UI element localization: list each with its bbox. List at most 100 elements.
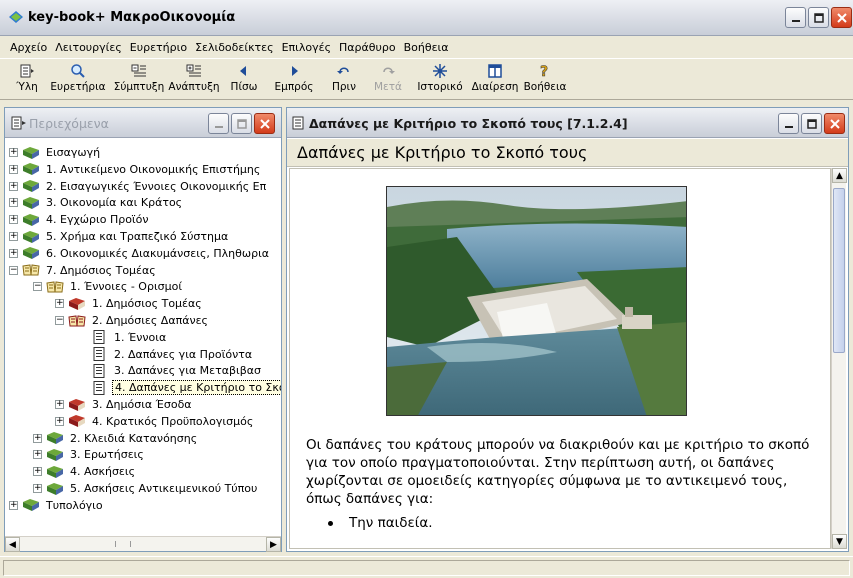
toolbar-forward-button[interactable]: Εμπρός	[266, 59, 322, 99]
red-book-icon	[68, 297, 86, 311]
tree-item[interactable]: +3. Ερωτήσεις	[33, 446, 146, 463]
scroll-left-button[interactable]: ◀	[5, 537, 20, 552]
expand-toggle-icon[interactable]: +	[55, 400, 64, 409]
expand-toggle-icon[interactable]: +	[33, 450, 42, 460]
document-pane-titlebar: Δαπάνες με Κριτήριο το Σκοπό τους [7.1.2…	[287, 108, 848, 138]
page-icon	[90, 330, 108, 345]
toolbar-redo-button[interactable]: Μετά	[366, 59, 410, 99]
menu-index[interactable]: Ευρετήριο	[126, 41, 191, 54]
tree-item[interactable]: +4. Κρατικός Προϋπολογισμός	[55, 413, 255, 430]
scroll-thumb[interactable]	[833, 188, 845, 353]
expand-toggle-icon[interactable]: +	[9, 248, 18, 258]
pane-minimize-button[interactable]	[208, 113, 229, 134]
toolbar-split-button[interactable]: Διαίρεση	[470, 59, 520, 99]
maximize-button[interactable]	[808, 7, 829, 28]
tree-item-label: 1. Δημόσιος Τομέας	[92, 297, 202, 311]
collapse-toggle-icon[interactable]: −	[55, 316, 64, 325]
green-book-icon	[46, 448, 64, 462]
tree-item[interactable]: − 7. Δημόσιος Τομέας	[9, 262, 158, 279]
toolbar-help-button[interactable]: ? Βοήθεια	[520, 59, 570, 99]
green-book-icon	[22, 498, 40, 512]
vertical-scrollbar[interactable]: ▲ ▼	[831, 168, 847, 549]
minimize-button[interactable]	[785, 7, 806, 28]
minimize-icon	[791, 19, 800, 22]
menu-help[interactable]: Βοήθεια	[400, 41, 453, 54]
expand-toggle-icon[interactable]: +	[55, 416, 64, 426]
close-button[interactable]	[831, 7, 852, 28]
tree-item[interactable]: − 1. Έννοιες - Ορισμοί	[33, 278, 184, 295]
red-book-icon	[68, 398, 86, 412]
tree-item-label: 4. Κρατικός Προϋπολογισμός	[92, 414, 254, 428]
tree-item[interactable]: +6. Οικονομικές Διακυμάνσεις, Πληθωρια	[9, 245, 271, 262]
scroll-right-button[interactable]: ▶	[266, 537, 281, 552]
document-heading: Δαπάνες με Κριτήριο το Σκοπό τους	[287, 139, 848, 167]
toolbar-index-button[interactable]: Ευρετήρια	[44, 59, 112, 99]
doc-close-button[interactable]	[824, 113, 845, 134]
tree-item[interactable]: +1. Δημόσιος Τομέας	[55, 295, 204, 312]
tree-item[interactable]: +2. Κλειδιά Κατανόησης	[33, 430, 199, 447]
list-item-text: Την παιδεία.	[349, 515, 433, 531]
tree-item[interactable]: − 2. Δημόσιες Δαπάνες	[55, 312, 210, 329]
tree-item[interactable]: +3. Οικονομία και Κράτος	[9, 194, 184, 211]
tree-item[interactable]: 3. Δαπάνες για Μεταβιβασ	[77, 362, 263, 379]
open-book-icon	[46, 280, 64, 294]
red-book-icon	[68, 414, 86, 428]
collapse-toggle-icon[interactable]: −	[9, 265, 18, 275]
tree-item-label: 3. Ερωτήσεις	[70, 448, 144, 462]
dam-photo	[386, 186, 687, 416]
collapse-toggle-icon[interactable]: −	[33, 282, 42, 292]
expand-toggle-icon[interactable]: +	[9, 198, 18, 208]
expand-toggle-icon[interactable]: +	[9, 215, 18, 225]
menu-file[interactable]: Αρχείο	[6, 41, 51, 54]
doc-minimize-button[interactable]	[778, 113, 799, 134]
toolbar-undo-button[interactable]: Πριν	[322, 59, 366, 99]
pane-close-button[interactable]	[254, 113, 275, 134]
expand-toggle-icon[interactable]: +	[33, 484, 42, 493]
horizontal-scrollbar[interactable]: ◀ ▶	[5, 536, 281, 552]
tree-item[interactable]: + Εισαγωγή	[9, 144, 102, 161]
page-icon	[90, 363, 108, 378]
tree-item[interactable]: +2. Εισαγωγικές Έννοιες Οικονομικής Επ	[9, 178, 268, 195]
tree-item[interactable]: +4. Εγχώριο Προϊόν	[9, 211, 151, 228]
tree-item-selected[interactable]: 4. Δαπάνες με Κριτήριο το Σκοπό τους	[77, 379, 281, 396]
menu-window[interactable]: Παράθυρο	[335, 41, 400, 54]
tree-item[interactable]: +3. Δημόσια Έσοδα	[55, 396, 194, 413]
toolbar-contents-button[interactable]: Ύλη	[10, 59, 44, 99]
bullet-icon	[328, 520, 333, 526]
expand-toggle-icon[interactable]: +	[9, 181, 18, 191]
menu-options[interactable]: Επιλογές	[278, 41, 335, 54]
expand-toggle-icon[interactable]: +	[9, 164, 18, 174]
toolbar-back-button[interactable]: Πίσω	[222, 59, 266, 99]
scroll-down-button[interactable]: ▼	[832, 534, 847, 549]
expand-toggle-icon[interactable]: +	[9, 500, 18, 510]
tree-item[interactable]: 1. Έννοια	[77, 329, 168, 346]
dam-image	[387, 187, 686, 415]
tree-item-label: 2. Εισαγωγικές Έννοιες Οικονομικής Επ	[46, 179, 267, 193]
scroll-up-button[interactable]: ▲	[832, 168, 847, 183]
open-book-icon	[68, 314, 86, 328]
contents-pane-titlebar: Περιεχόμενα	[5, 108, 281, 138]
tree-item[interactable]: 2. Δαπάνες για Προϊόντα	[77, 346, 254, 363]
tree-item-label: 7. Δημόσιος Τομέας	[46, 263, 156, 277]
tree-item[interactable]: +4. Ασκήσεις	[33, 463, 137, 480]
expand-toggle-icon[interactable]: +	[33, 467, 42, 477]
doc-maximize-button[interactable]	[801, 113, 822, 134]
expand-toggle-icon[interactable]: +	[55, 299, 64, 309]
toolbar-collapse-button[interactable]: Σύμπτυξη	[112, 59, 166, 99]
toolbar-expand-button[interactable]: Ανάπτυξη	[166, 59, 222, 99]
document-content: Οι δαπάνες του κράτους μπορούν να διακρι…	[289, 168, 831, 549]
menu-bookmarks[interactable]: Σελιδοδείκτες	[191, 41, 278, 54]
redo-icon	[383, 67, 395, 74]
tree-item[interactable]: + Τυπολόγιο	[9, 497, 105, 514]
tree-item[interactable]: +5. Ασκήσεις Αντικειμενικού Τύπου	[33, 480, 259, 497]
maximize-icon	[806, 118, 817, 129]
tree-item[interactable]: +5. Χρήμα και Τραπεζικό Σύστημα	[9, 228, 230, 245]
pane-maximize-button[interactable]	[231, 113, 252, 134]
toolbar-history-button[interactable]: Ιστορικό	[410, 59, 470, 99]
menu-functions[interactable]: Λειτουργίες	[51, 41, 126, 54]
expand-toggle-icon[interactable]: +	[9, 232, 18, 241]
expand-toggle-icon[interactable]: +	[33, 433, 42, 443]
window-controls	[785, 7, 852, 28]
tree-item[interactable]: +1. Αντικείμενο Οικονομικής Επιστήμης	[9, 161, 262, 178]
expand-toggle-icon[interactable]: +	[9, 148, 18, 157]
